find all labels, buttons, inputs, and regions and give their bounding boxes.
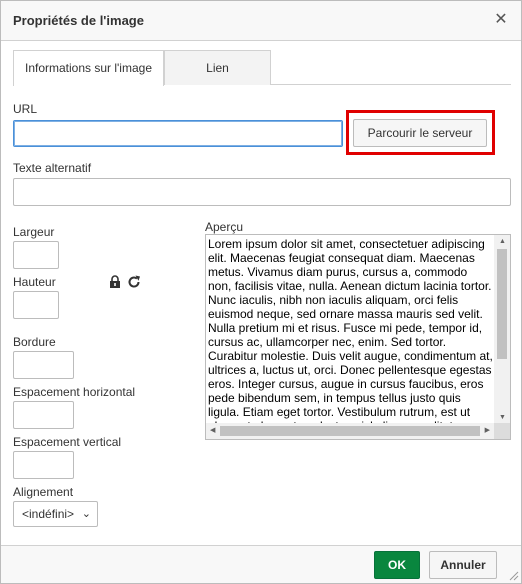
border-input[interactable] [13, 351, 74, 379]
tab-image-info[interactable]: Informations sur l'image [13, 50, 164, 86]
reset-size-icon[interactable] [127, 275, 141, 289]
browse-server-button[interactable]: Parcourir le serveur [353, 119, 487, 147]
close-icon[interactable]: ✕ [493, 12, 509, 28]
preview-vertical-scroll-thumb[interactable] [497, 249, 507, 359]
width-input[interactable] [13, 241, 59, 269]
vspace-label: Espacement vertical [13, 435, 122, 449]
alignment-label: Alignement [13, 485, 74, 499]
tab-bar: Informations sur l'image Lien [13, 50, 511, 86]
chevron-down-icon: ⌄ [81, 508, 91, 520]
alignment-selected-value: <indéfini> [22, 507, 75, 521]
alt-text-label: Texte alternatif [13, 161, 92, 175]
lock-icon[interactable] [108, 275, 122, 289]
alt-text-input[interactable] [13, 178, 511, 206]
url-label: URL [13, 102, 38, 116]
dialog-title: Propriétés de l'image [13, 13, 144, 28]
preview-horizontal-scrollbar[interactable]: ◀ ▶ [206, 423, 494, 439]
tab-link[interactable]: Lien [164, 50, 271, 85]
preview-vertical-scrollbar[interactable]: ▲ ▼ [494, 235, 510, 425]
hspace-label: Espacement horizontal [13, 385, 136, 399]
alignment-select[interactable]: <indéfini> ⌄ [13, 501, 98, 527]
scrollbar-corner [494, 423, 510, 439]
border-label: Bordure [13, 335, 56, 349]
vspace-input[interactable] [13, 451, 74, 479]
cancel-button[interactable]: Annuler [429, 551, 497, 579]
height-input[interactable] [13, 291, 59, 319]
width-label: Largeur [13, 225, 55, 239]
preview-box[interactable]: Lorem ipsum dolor sit amet, consectetuer… [205, 234, 511, 440]
url-input[interactable] [13, 120, 343, 147]
hspace-input[interactable] [13, 401, 74, 429]
scroll-left-arrow-icon[interactable]: ◀ [210, 427, 215, 435]
scroll-right-arrow-icon[interactable]: ▶ [485, 427, 490, 435]
resize-grip-icon[interactable] [509, 571, 519, 581]
dialog-titlebar[interactable]: Propriétés de l'image ✕ [1, 1, 521, 41]
ok-button[interactable]: OK [374, 551, 420, 579]
scroll-down-arrow-icon[interactable]: ▼ [499, 414, 506, 422]
preview-label: Aperçu [205, 220, 244, 234]
preview-horizontal-scroll-thumb[interactable] [220, 426, 480, 436]
preview-text: Lorem ipsum dolor sit amet, consectetuer… [208, 237, 493, 439]
image-properties-dialog: Propriétés de l'image ✕ Informations sur… [0, 0, 522, 584]
height-label: Hauteur [13, 275, 56, 289]
scroll-up-arrow-icon[interactable]: ▲ [499, 238, 506, 246]
